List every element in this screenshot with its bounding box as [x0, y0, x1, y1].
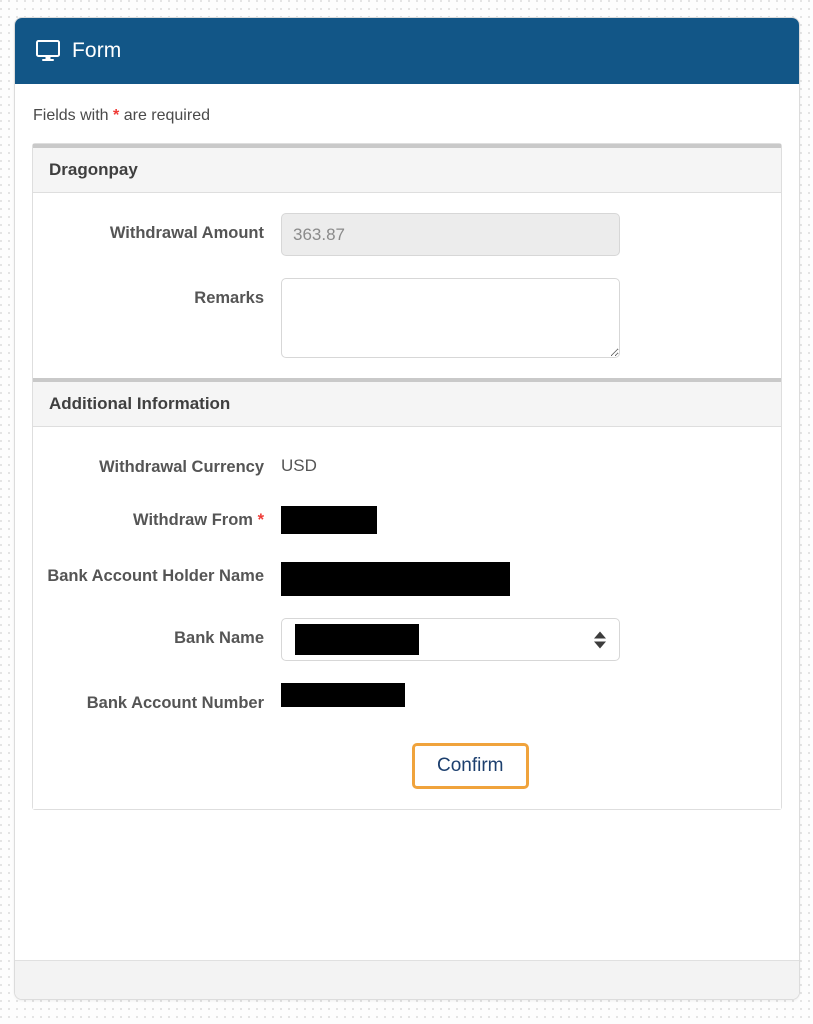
label-withdraw-from-text: Withdraw From [133, 511, 253, 530]
bank-name-selected-value [293, 624, 419, 656]
withdrawal-currency-value: USD [281, 456, 317, 475]
remarks-textarea[interactable] [281, 278, 620, 358]
panel-dragonpay: Dragonpay Withdrawal Amount Remarks [33, 144, 781, 378]
field-row-withdraw-from: Withdraw From * [33, 500, 781, 535]
label-bank-name: Bank Name [174, 629, 264, 648]
field-row-bank-account-holder-name: Bank Account Holder Name [33, 556, 781, 597]
panel-heading-additional-information: Additional Information [33, 378, 781, 427]
card-footer [15, 960, 799, 999]
withdraw-from-redacted-value[interactable] [281, 506, 377, 535]
withdrawal-amount-input[interactable] [281, 213, 620, 256]
control-wrap-bank-account-number [281, 683, 781, 708]
bank-account-number-input[interactable] [281, 683, 765, 708]
card-body: Fields with * are required Dragonpay Wit… [15, 84, 799, 960]
label-withdrawal-amount: Withdrawal Amount [109, 224, 264, 242]
bank-account-holder-name-redacted-value[interactable] [281, 562, 510, 597]
required-note-suffix: are required [119, 107, 210, 124]
body-bottom-spacer [32, 810, 782, 832]
label-withdrawal-currency: Withdrawal Currency [99, 458, 264, 476]
panel-additional-information: Additional Information Withdrawal Curren… [33, 378, 781, 809]
panel-body-dragonpay: Withdrawal Amount Remarks [33, 193, 781, 378]
chevron-updown-icon [594, 631, 606, 649]
card-header: Form [15, 18, 799, 84]
field-row-bank-name: Bank Name [33, 618, 781, 662]
label-bank-account-holder-name: Bank Account Holder Name [47, 567, 264, 586]
control-wrap-withdrawal-currency: USD [281, 447, 781, 476]
label-withdraw-from: Withdraw From * [33, 500, 281, 531]
panel-heading-dragonpay: Dragonpay [33, 144, 781, 193]
confirm-spacer [33, 743, 281, 789]
field-row-bank-account-number: Bank Account Number [33, 683, 781, 714]
bank-name-redacted-value [295, 624, 419, 656]
panel-body-additional-information: Withdrawal Currency USD Withdraw From * [33, 427, 781, 809]
confirm-button[interactable]: Confirm [412, 742, 529, 789]
withdraw-from-required-asterisk: * [257, 511, 264, 530]
bank-name-select[interactable] [281, 618, 620, 662]
control-wrap-withdrawal-amount [281, 213, 781, 256]
bank-account-number-redacted-value [281, 683, 405, 708]
page-title: Form [72, 39, 122, 62]
control-wrap-remarks [281, 278, 781, 358]
control-wrap-bank-name [281, 618, 781, 662]
control-wrap-bank-account-holder-name [281, 556, 781, 597]
confirm-row: Confirm [33, 742, 781, 789]
field-row-remarks: Remarks [33, 278, 781, 358]
confirm-button-wrap: Confirm [281, 742, 781, 789]
label-remarks: Remarks [194, 289, 264, 307]
required-note-prefix: Fields with [33, 107, 114, 124]
form-card: Form Fields with * are required Dragonpa… [14, 17, 800, 1000]
desktop-monitor-icon [35, 39, 61, 63]
label-bank-account-number: Bank Account Number [86, 694, 264, 713]
field-row-withdrawal-amount: Withdrawal Amount [33, 213, 781, 256]
field-row-withdrawal-currency: Withdrawal Currency USD [33, 447, 781, 478]
control-wrap-withdraw-from [281, 500, 781, 535]
required-fields-note: Fields with * are required [33, 107, 782, 125]
panel-group: Dragonpay Withdrawal Amount Remarks [32, 143, 782, 810]
